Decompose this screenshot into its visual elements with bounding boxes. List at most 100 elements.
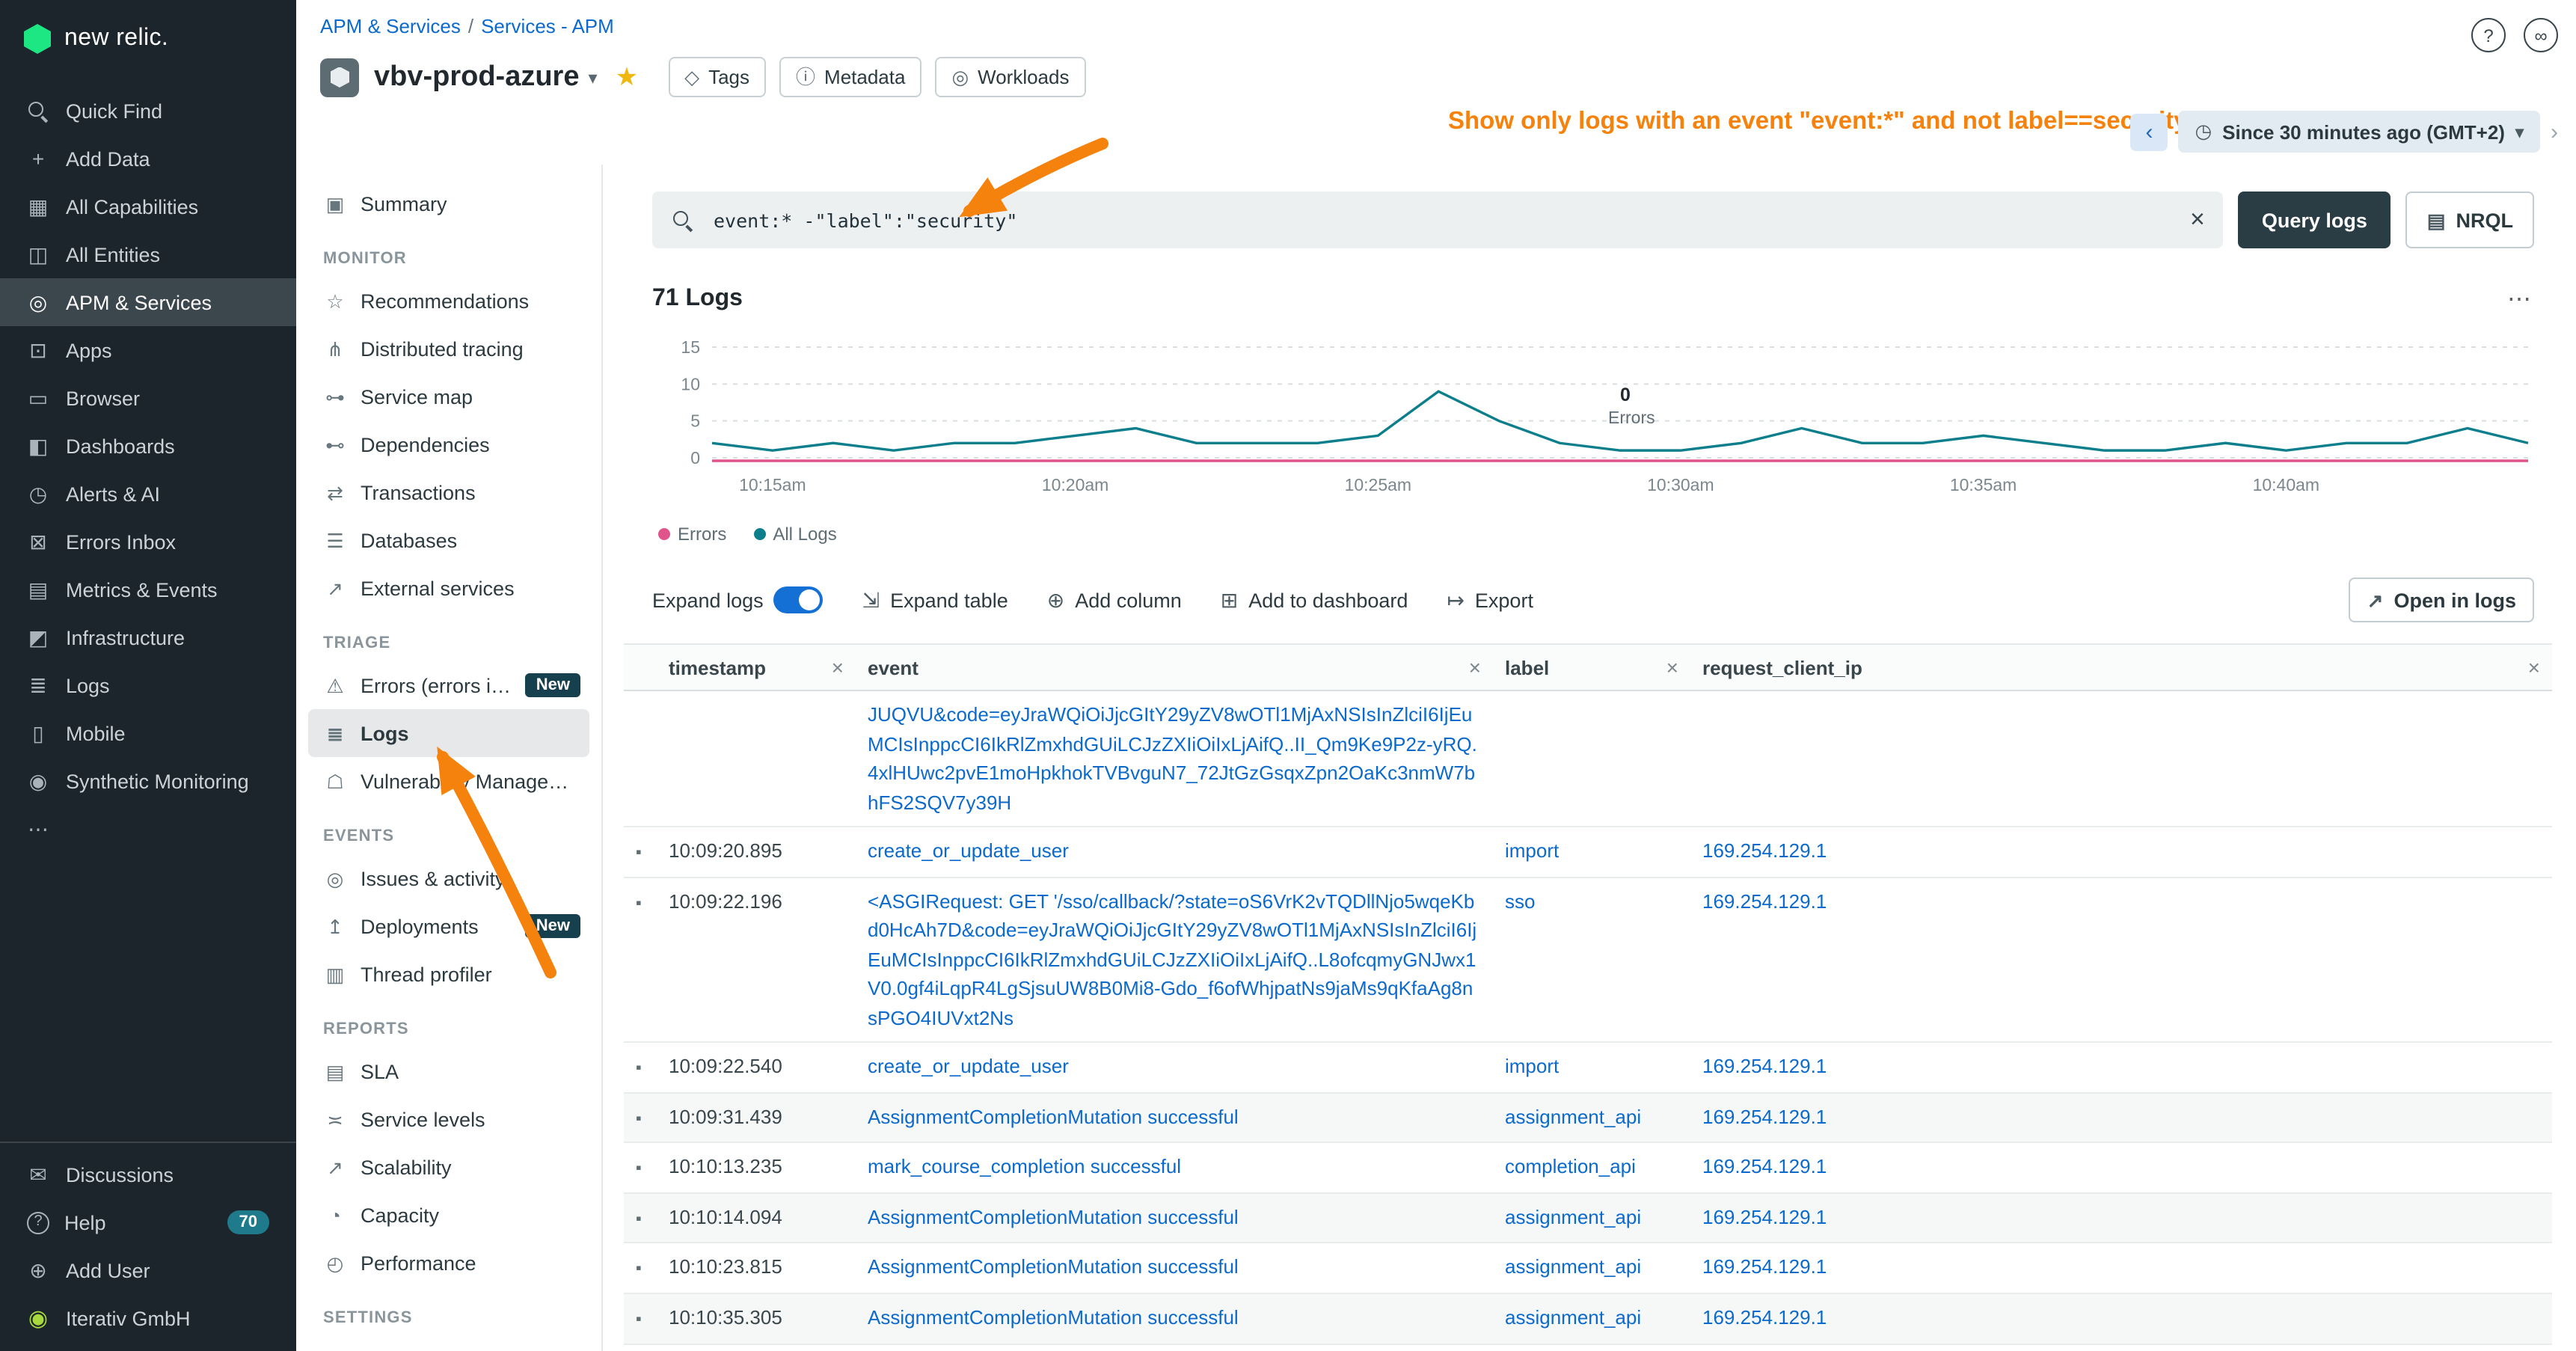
log-label-link[interactable]: assignment_api — [1505, 1105, 1641, 1127]
log-label-link[interactable]: sso — [1505, 889, 1535, 912]
sidebar-item-infrastructure[interactable]: ◩ Infrastructure — [0, 613, 296, 661]
subnav-item-service-levels[interactable]: ≍ Service levels — [308, 1095, 589, 1143]
log-ip-link[interactable]: 169.254.129.1 — [1702, 1206, 1827, 1228]
log-row[interactable]: ▪ 10:09:22.196 <ASGIRequest: GET '/sso/c… — [624, 877, 2552, 1042]
log-label-link[interactable]: assignment_api — [1505, 1306, 1641, 1329]
legend-all-logs[interactable]: All Logs — [753, 524, 836, 545]
sidebar-item-logs[interactable]: ≣ Logs — [0, 661, 296, 709]
subnav-item-thread-profiler[interactable]: ▥ Thread profiler — [308, 950, 589, 998]
sidebar-item-discussions[interactable]: ✉ Discussions — [0, 1151, 296, 1198]
subnav-item-issues-activity[interactable]: ◎ Issues & activity — [308, 854, 589, 902]
newrelic-logo[interactable]: new relic. — [0, 0, 296, 78]
sidebar-item-add-data[interactable]: + Add Data — [0, 135, 296, 183]
nrql-button[interactable]: ▤ NRQL — [2406, 192, 2534, 248]
log-label-link[interactable]: completion_api — [1505, 1156, 1636, 1178]
time-back-button[interactable]: ‹ — [2130, 113, 2168, 150]
log-ip-link[interactable]: 169.254.129.1 — [1702, 889, 1827, 912]
log-event-link[interactable]: AssignmentCompletionMutation successful — [868, 1206, 1239, 1228]
query-logs-button[interactable]: Query logs — [2238, 192, 2391, 248]
remove-column-icon[interactable]: × — [2519, 655, 2540, 679]
sidebar-item-dashboards[interactable]: ◧ Dashboards — [0, 422, 296, 470]
log-row[interactable]: ▪ 10:10:14.094 AssignmentCompletionMutat… — [624, 1193, 2552, 1243]
log-row[interactable]: ▪ 10:10:13.235 mark_course_completion su… — [624, 1143, 2552, 1193]
log-ip-link[interactable]: 169.254.129.1 — [1702, 1256, 1827, 1278]
log-ip-link[interactable]: 169.254.129.1 — [1702, 839, 1827, 862]
subnav-item-deployments[interactable]: ↥ Deployments New — [308, 902, 589, 950]
more-menu-icon[interactable]: ⋯ — [2507, 284, 2534, 314]
log-event-link[interactable]: create_or_update_user — [868, 1055, 1069, 1077]
row-select-icon[interactable]: ▪ — [636, 894, 642, 912]
open-in-logs-button[interactable]: ↗ Open in logs — [2349, 578, 2534, 622]
subnav-item-external-services[interactable]: ↗ External services — [308, 564, 589, 612]
log-row[interactable]: ▪ 10:09:20.895 create_or_update_user imp… — [624, 827, 2552, 877]
log-label-link[interactable]: import — [1505, 1055, 1559, 1077]
remove-column-icon[interactable]: × — [1460, 655, 1481, 679]
sidebar-item-all-entities[interactable]: ◫ All Entities — [0, 230, 296, 278]
tags-button[interactable]: ◇ Tags — [668, 57, 766, 97]
log-row[interactable]: ▪ 10:10:44.066 AssignmentCompletionMutat… — [624, 1344, 2552, 1351]
subnav-item-logs[interactable]: ≣ Logs — [308, 709, 589, 757]
row-select-icon[interactable]: ▪ — [636, 1059, 642, 1077]
metadata-button[interactable]: ⓘ Metadata — [779, 57, 921, 97]
log-row[interactable]: ▪ 10:10:23.815 AssignmentCompletionMutat… — [624, 1243, 2552, 1293]
log-label-link[interactable]: assignment_api — [1505, 1206, 1641, 1228]
log-event-link[interactable]: AssignmentCompletionMutation successful — [868, 1256, 1239, 1278]
subnav-item-performance[interactable]: ◴ Performance — [308, 1239, 589, 1287]
log-event-link[interactable]: create_or_update_user — [868, 839, 1069, 862]
row-select-icon[interactable]: ▪ — [636, 1311, 642, 1329]
log-event-link[interactable]: mark_course_completion successful — [868, 1156, 1181, 1178]
subnav-item-recommendations[interactable]: ☆ Recommendations — [308, 277, 589, 325]
row-select-icon[interactable]: ▪ — [636, 844, 642, 862]
help-circle-icon[interactable]: ? — [2471, 18, 2506, 52]
query-input[interactable] — [711, 207, 2175, 233]
sidebar-item-mobile[interactable]: ▯ Mobile — [0, 709, 296, 757]
subnav-item-databases[interactable]: ☰ Databases — [308, 516, 589, 564]
subnav-item-errors-inbox[interactable]: ⚠ Errors (errors inb... New — [308, 661, 589, 709]
subnav-item-sla[interactable]: ▤ SLA — [308, 1047, 589, 1095]
remove-column-icon[interactable]: × — [823, 655, 844, 679]
subnav-item-service-map[interactable]: ⊶ Service map — [308, 373, 589, 420]
sidebar-item-help[interactable]: ? Help 70 — [0, 1198, 296, 1246]
expand-table-button[interactable]: ⇲ Expand table — [862, 589, 1008, 611]
log-ip-link[interactable]: 169.254.129.1 — [1702, 1055, 1827, 1077]
sidebar-item-errors-inbox[interactable]: ⊠ Errors Inbox — [0, 518, 296, 566]
log-event-link[interactable]: <ASGIRequest: GET '/sso/callback/?state=… — [868, 889, 1476, 1029]
log-label-link[interactable]: import — [1505, 839, 1559, 862]
favorite-star-icon[interactable]: ★ — [616, 62, 639, 92]
log-ip-link[interactable]: 169.254.129.1 — [1702, 1156, 1827, 1178]
add-column-button[interactable]: ⊕ Add column — [1047, 589, 1182, 611]
log-row[interactable]: JUQVU&code=eyJraWQiOiJjcGItY29yZV8wOTl1M… — [624, 690, 2552, 827]
column-header[interactable]: timestamp × — [657, 644, 856, 690]
sidebar-item-more[interactable]: ⋯ — [0, 805, 296, 853]
log-event-link[interactable]: JUQVU&code=eyJraWQiOiJjcGItY29yZV8wOTl1M… — [868, 703, 1477, 813]
row-select-icon[interactable]: ▪ — [636, 1260, 642, 1278]
subnav-item-capacity[interactable]: ◔ Capacity — [308, 1191, 589, 1239]
clear-query-icon[interactable]: × — [2190, 205, 2205, 235]
sidebar-item-synthetic[interactable]: ◉ Synthetic Monitoring — [0, 757, 296, 805]
sidebar-item-browser[interactable]: ▭ Browser — [0, 374, 296, 422]
log-row[interactable]: ▪ 10:10:35.305 AssignmentCompletionMutat… — [624, 1293, 2552, 1344]
log-event-link[interactable]: AssignmentCompletionMutation successful — [868, 1306, 1239, 1329]
export-button[interactable]: ↦ Export — [1447, 589, 1533, 611]
sidebar-item-metrics-events[interactable]: ▤ Metrics & Events — [0, 566, 296, 613]
sidebar-item-quick-find[interactable]: Quick Find — [0, 87, 296, 135]
sidebar-item-add-user[interactable]: ⊕ Add User — [0, 1246, 296, 1294]
subnav-item-dependencies[interactable]: ⊷ Dependencies — [308, 420, 589, 468]
subnav-item-vulnerability-management[interactable]: ☖ Vulnerability Management — [308, 757, 589, 805]
column-header[interactable]: request_client_ip × — [1690, 644, 2552, 690]
legend-errors[interactable]: Errors — [658, 524, 726, 545]
sidebar-item-apps[interactable]: ⊡ Apps — [0, 326, 296, 374]
row-select-icon[interactable]: ▪ — [636, 1160, 642, 1178]
log-event-link[interactable]: AssignmentCompletionMutation successful — [868, 1105, 1239, 1127]
log-ip-link[interactable]: 169.254.129.1 — [1702, 1105, 1827, 1127]
log-label-link[interactable]: assignment_api — [1505, 1256, 1641, 1278]
log-row[interactable]: ▪ 10:09:31.439 AssignmentCompletionMutat… — [624, 1092, 2552, 1142]
remove-column-icon[interactable]: × — [1657, 655, 1678, 679]
entity-dropdown-caret-icon[interactable]: ▾ — [589, 67, 598, 88]
add-to-dashboard-button[interactable]: ⊞ Add to dashboard — [1221, 589, 1408, 611]
sidebar-item-account[interactable]: ◉ Iterativ GmbH — [0, 1294, 296, 1342]
subnav-item-scalability[interactable]: ↗ Scalability — [308, 1143, 589, 1191]
row-select-icon[interactable]: ▪ — [636, 1109, 642, 1127]
log-row[interactable]: ▪ 10:09:22.540 create_or_update_user imp… — [624, 1042, 2552, 1092]
entity-name[interactable]: vbv-prod-azure — [374, 61, 580, 94]
